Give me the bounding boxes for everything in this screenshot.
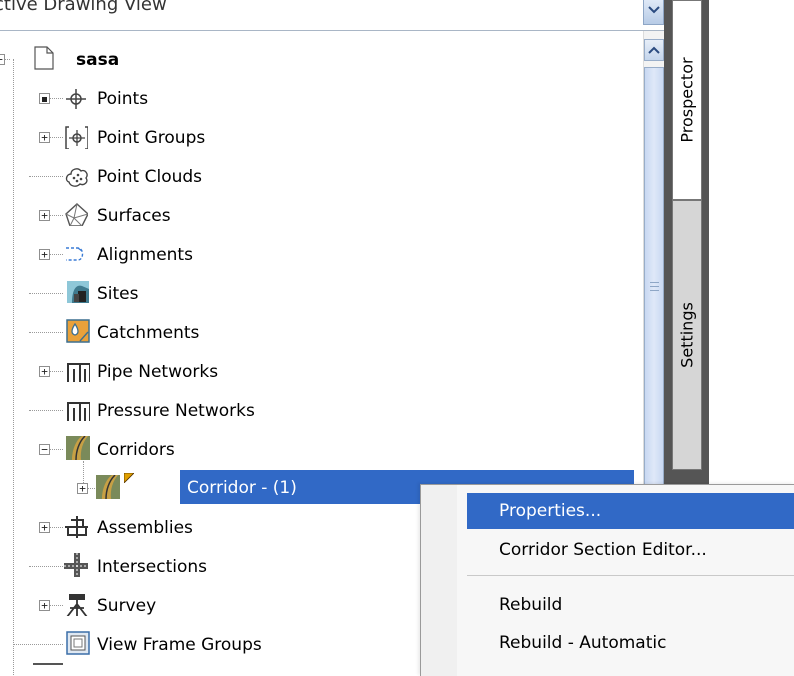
tree-item-pressure-networks[interactable]: Pressure Networks xyxy=(0,391,642,430)
intersections-icon xyxy=(64,553,88,577)
menu-item-label: Rebuild xyxy=(499,595,563,615)
tree-divider xyxy=(33,663,63,665)
active-drawing-view-dropdown[interactable]: ctive Drawing View xyxy=(0,0,664,31)
menu-item-properties[interactable]: Properties... xyxy=(467,493,794,529)
tree-item-points[interactable]: Points xyxy=(0,79,642,118)
menu-item-rebuild-automatic[interactable]: Rebuild - Automatic xyxy=(467,625,794,661)
corridors-icon xyxy=(66,436,90,460)
tree-root-label: sasa xyxy=(76,50,120,70)
chevron-down-icon xyxy=(648,6,660,14)
menu-icon-gutter xyxy=(421,485,457,676)
tree-item-label: Alignments xyxy=(97,245,193,265)
menu-item-label: Rebuild - Automatic xyxy=(499,633,667,653)
pipe-networks-icon xyxy=(67,363,90,382)
tree-item-label: Sites xyxy=(97,284,139,304)
tree-item-label: Assemblies xyxy=(97,518,193,538)
tab-label: Prospector xyxy=(677,57,697,143)
tab-prospector[interactable]: Prospector xyxy=(672,0,702,200)
sites-icon xyxy=(67,281,89,303)
tree-root-sasa[interactable]: sasa xyxy=(0,40,642,79)
point-clouds-icon xyxy=(65,168,88,187)
point-groups-icon xyxy=(65,126,88,149)
tree-item-label: Pipe Networks xyxy=(97,362,219,382)
tree-item-label: Corridors xyxy=(97,440,175,460)
menu-separator xyxy=(467,575,794,576)
menu-item-label: Corridor Section Editor... xyxy=(499,540,707,560)
drawing-file-icon xyxy=(34,46,54,70)
pressure-networks-icon xyxy=(67,402,90,421)
tree-item-corridors[interactable]: Corridors xyxy=(0,430,642,469)
tree-item-pipe-networks[interactable]: Pipe Networks xyxy=(0,352,642,391)
tab-label: Settings xyxy=(677,302,697,368)
catchments-icon xyxy=(66,319,90,343)
dropdown-value: ctive Drawing View xyxy=(0,0,167,15)
alignments-icon xyxy=(66,247,84,261)
surfaces-icon xyxy=(65,203,88,226)
menu-item-rebuild[interactable]: Rebuild xyxy=(467,587,794,623)
tree-item-label: Corridor - (1) xyxy=(187,478,297,498)
tree-item-label: Point Clouds xyxy=(97,167,203,187)
tree-item-label: Pressure Networks xyxy=(97,401,255,421)
tree-item-label: Point Groups xyxy=(97,128,206,148)
view-frame-groups-icon xyxy=(66,631,90,655)
survey-icon xyxy=(66,594,88,616)
tree-item-label: Catchments xyxy=(97,323,200,343)
tree-item-sites[interactable]: Sites xyxy=(0,274,642,313)
tree-item-catchments[interactable]: Catchments xyxy=(0,313,642,352)
corridor-item-icon xyxy=(96,475,120,499)
chevron-up-icon xyxy=(648,46,660,54)
tree-item-label: Survey xyxy=(97,596,157,616)
tree-item-label: Surfaces xyxy=(97,206,171,226)
tab-settings[interactable]: Settings xyxy=(672,200,702,470)
menu-item-label: Properties... xyxy=(499,501,602,521)
points-icon xyxy=(66,89,86,109)
grip-line xyxy=(650,290,659,291)
grip-line xyxy=(650,286,659,287)
out-of-date-flag-icon xyxy=(124,473,134,483)
tree-item-surfaces[interactable]: Surfaces xyxy=(0,196,642,235)
dropdown-arrow-button[interactable] xyxy=(643,0,664,25)
grip-line xyxy=(650,282,659,283)
tree-item-alignments[interactable]: Alignments xyxy=(0,235,642,274)
tree-item-label: Points xyxy=(97,89,149,109)
scroll-up-button[interactable] xyxy=(644,39,664,61)
tree-item-label: View Frame Groups xyxy=(97,635,262,655)
context-menu: Properties... Corridor Section Editor...… xyxy=(420,484,794,676)
tree-item-point-groups[interactable]: Point Groups xyxy=(0,118,642,157)
tree-item-point-clouds[interactable]: Point Clouds xyxy=(0,157,642,196)
menu-item-corridor-section-editor[interactable]: Corridor Section Editor... xyxy=(467,532,794,568)
tree-item-label: Intersections xyxy=(97,557,207,577)
assemblies-icon xyxy=(65,516,88,538)
